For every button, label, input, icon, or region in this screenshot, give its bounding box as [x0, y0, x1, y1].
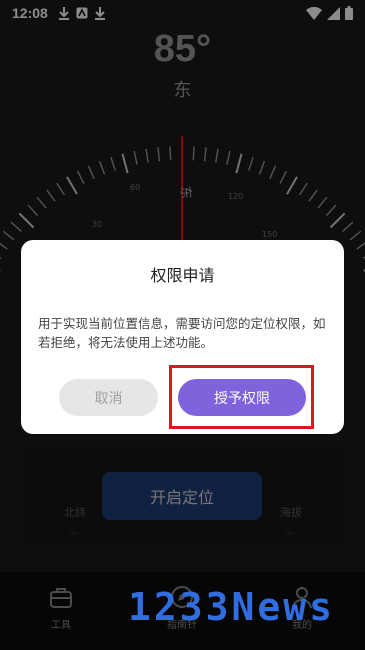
- highlight-box: [169, 365, 314, 429]
- dialog-title: 权限申请: [150, 266, 215, 285]
- watermark: 1233News: [128, 585, 336, 629]
- dialog-message: 用于实现当前位置信息，需要访问您的定位权限，如若拒绝，将无法使用上述功能。: [38, 316, 326, 350]
- permission-dialog: 权限申请 用于实现当前位置信息，需要访问您的定位权限，如若拒绝，将无法使用上述功…: [21, 240, 344, 434]
- cancel-button[interactable]: 取消: [59, 379, 158, 416]
